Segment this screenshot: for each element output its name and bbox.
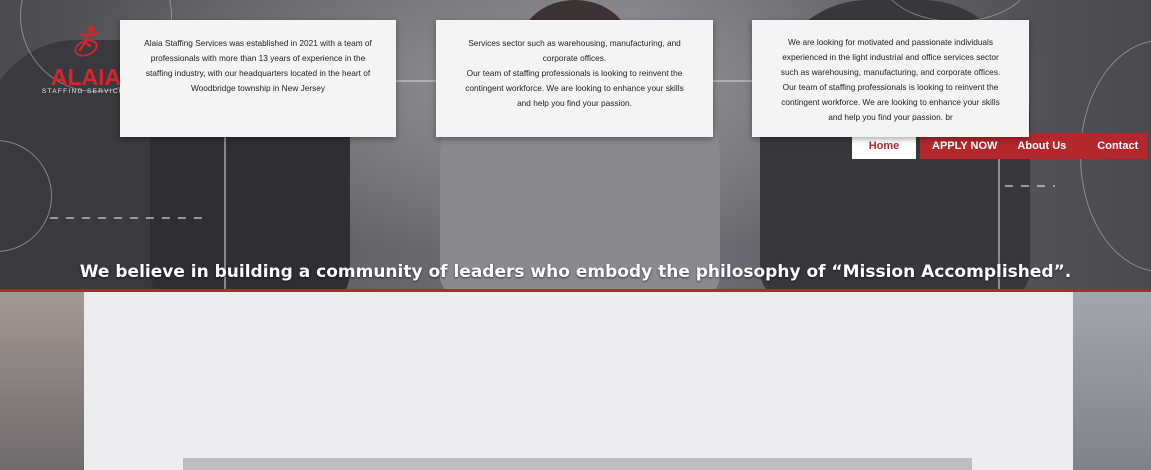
background-photo-left — [0, 292, 84, 470]
card-text-line: professionals with more than 13 years of… — [150, 53, 366, 63]
background-photo-right — [1073, 292, 1151, 470]
nav-contact[interactable]: Contact — [1078, 133, 1148, 159]
card-text-line: Services sector such as warehousing, man… — [468, 38, 681, 48]
next-section-edge — [183, 458, 972, 470]
decorative-dashes — [1005, 185, 1055, 187]
card-text-line: corporate offices. — [542, 53, 607, 63]
card-text-line: Alaia Staffing Services was established … — [144, 38, 372, 48]
card-text-line: such as warehousing, manufacturing, and … — [780, 67, 1001, 77]
card-text-line: staffing industry, with our headquarters… — [145, 68, 371, 78]
card-text-line: Woodbridge township in New Jersey — [190, 83, 326, 93]
hero-headline: We believe in building a community of le… — [79, 262, 1072, 282]
runner-figure-icon — [74, 25, 98, 57]
card-text-line: and help you find your passion. — [517, 98, 632, 108]
card-text-line: and help you find your passion. br — [828, 112, 953, 122]
card-text-line: Our team of staffing professionals is lo… — [466, 68, 683, 78]
info-card-services: Services sector such as warehousing, man… — [436, 20, 713, 137]
content-panel — [84, 292, 1073, 470]
about-section-background — [0, 292, 1151, 470]
card-text-line: experienced in the light industrial and … — [782, 52, 999, 62]
decorative-dashes — [50, 217, 210, 219]
card-text-line: contingent workforce. We are looking to … — [465, 83, 684, 93]
info-card-mission: We are looking for motivated and passion… — [752, 20, 1029, 137]
card-text-line: Our team of staffing professionals is lo… — [782, 82, 999, 92]
info-card-history: Alaia Staffing Services was established … — [120, 20, 396, 137]
card-text-line: We are looking for motivated and passion… — [787, 37, 994, 47]
card-text-line: contingent workforce. We are looking to … — [781, 97, 1000, 107]
